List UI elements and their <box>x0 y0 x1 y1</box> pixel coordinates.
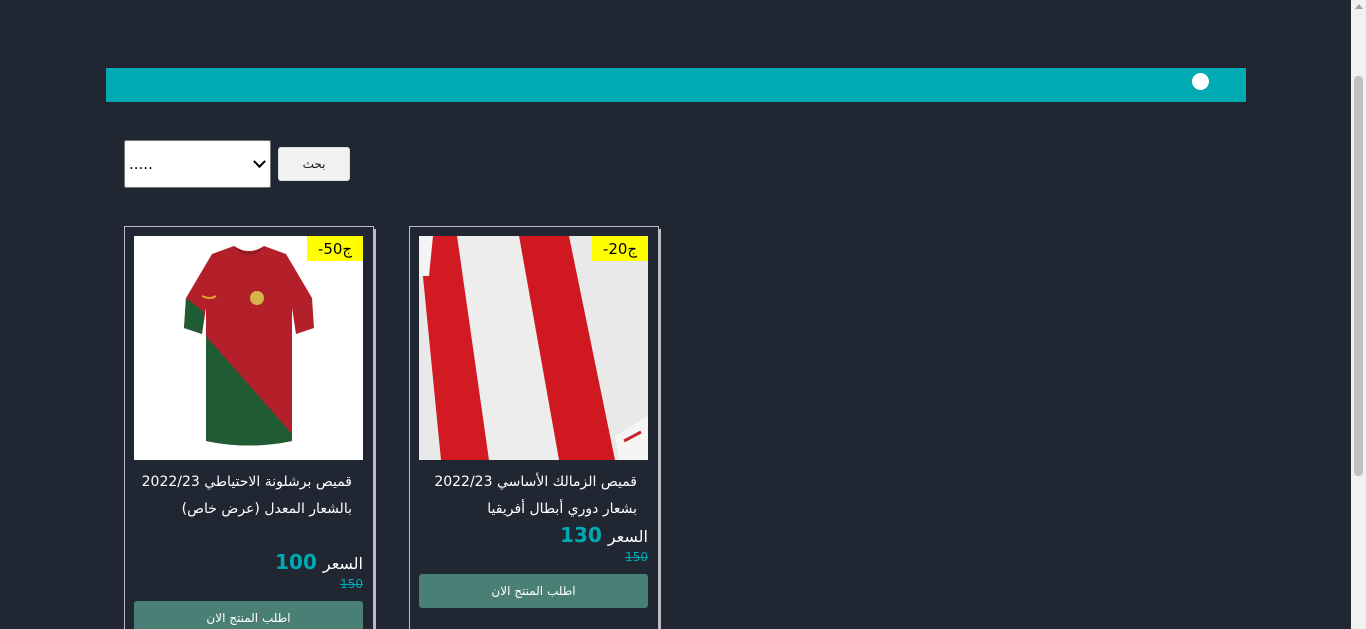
price-row: السعر 100 <box>275 550 363 574</box>
price-row: السعر 130 <box>560 523 648 547</box>
price-value: 130 <box>560 523 602 547</box>
top-navbar <box>106 68 1246 102</box>
product-title: قميص برشلونة الاحتياطي 2022/23 بالشعار ا… <box>141 474 352 517</box>
scrollbar[interactable] <box>1351 0 1366 629</box>
product-image: -ج50 <box>134 236 363 460</box>
portugal-jersey-image <box>134 236 363 460</box>
page: ..... بحث -ج50 قميص برشلونة الاحتياطي 20… <box>0 0 1366 629</box>
order-button[interactable]: اطلب المنتج الان <box>419 574 648 608</box>
discount-badge: -ج20 <box>592 236 648 261</box>
category-select-value: ..... <box>129 155 153 173</box>
price-label: السعر <box>322 554 363 573</box>
discount-badge: -ج50 <box>307 236 363 261</box>
zamalek-jersey-image <box>419 236 648 460</box>
toggle-dot-icon[interactable] <box>1192 73 1209 90</box>
old-price: 150 <box>340 577 363 591</box>
category-select[interactable]: ..... <box>124 140 271 188</box>
search-button[interactable]: بحث <box>278 147 350 181</box>
scroll-up-icon[interactable] <box>1355 4 1363 9</box>
product-image: -ج20 <box>419 236 648 460</box>
order-button[interactable]: اطلب المنتج الان <box>134 601 363 629</box>
product-card: -ج50 قميص برشلونة الاحتياطي 2022/23 بالش… <box>124 226 376 629</box>
old-price: 150 <box>625 550 648 564</box>
price-value: 100 <box>275 550 317 574</box>
product-card: -ج20 قميص الزمالك الأساسي 2022/23 بشعار … <box>409 226 661 629</box>
chevron-down-icon <box>253 154 266 168</box>
price-label: السعر <box>607 527 648 546</box>
product-title: قميص الزمالك الأساسي 2022/23 بشعار دوري … <box>434 474 637 517</box>
scrollbar-thumb[interactable] <box>1354 76 1363 476</box>
